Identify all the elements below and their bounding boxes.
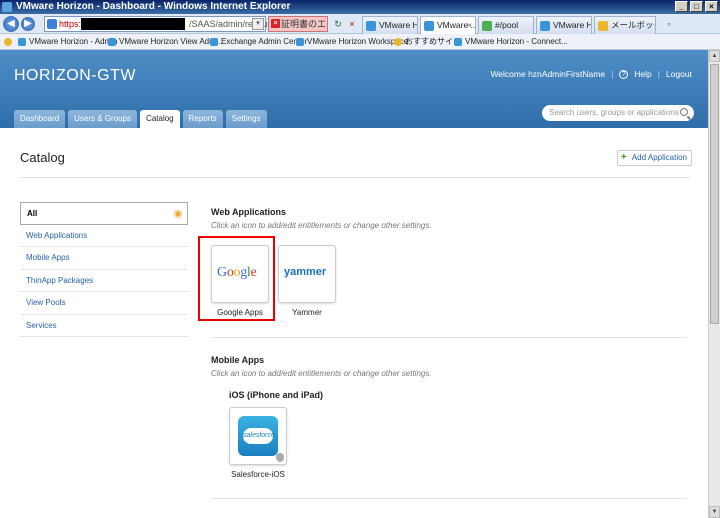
sidebar-item-label: All [27,209,38,218]
sidebar-item-thinapp-packages[interactable]: ThinApp Packages [20,270,188,292]
tab-label: VMware Ho... [379,20,417,30]
page-icon [47,19,57,29]
page-title: Catalog [20,150,65,165]
search-icon[interactable] [680,108,688,116]
logout-link[interactable]: Logout [666,69,692,79]
favorite-link[interactable]: VMware Horizon - Admin [18,34,117,49]
browser-tab[interactable]: #/pool [478,16,534,34]
maximize-button[interactable]: □ [690,1,703,12]
close-tab-icon[interactable]: × [467,17,472,34]
browser-tab[interactable]: VMware Ho... [536,16,592,34]
new-tab-icon[interactable]: ▫ [662,17,676,31]
tab-catalog[interactable]: Catalog [140,110,180,128]
favorites-bar: VMware Horizon - Admin VMware Horizon Vi… [0,34,720,50]
stop-icon[interactable]: × [345,17,359,31]
tab-favicon [482,21,492,31]
page-scrollbar[interactable]: ▲ ▼ [708,50,720,518]
apple-icon [276,453,284,462]
browser-tab-active[interactable]: VMware ... × [420,16,476,34]
web-apps-hint: Click an icon to add/edit entitlements o… [211,221,432,230]
url-input[interactable]: https:// /SAAS/admin/resources ▾ [44,16,285,32]
google-apps-tile[interactable]: Google [211,245,269,303]
tab-dashboard[interactable]: Dashboard [14,110,66,128]
divider [211,498,687,499]
tab-reports[interactable]: Reports [182,110,223,128]
yammer-tile[interactable]: yammer [278,245,336,303]
close-window-button[interactable]: × [705,1,718,12]
google-logo: Google [217,265,257,280]
page-content: HORIZON-GTW Welcome hznAdminFirstName | … [0,50,708,518]
sidebar-item-all[interactable]: All [20,202,188,225]
tab-label: VMware Ho... [553,20,591,30]
tab-users-groups[interactable]: Users & Groups [68,110,138,128]
main-nav: Dashboard Users & Groups Catalog Reports… [14,110,267,128]
salesforce-logo: salesforce [238,416,278,456]
minimize-button[interactable]: _ [675,1,688,12]
tab-favicon [424,21,434,31]
sidebar-item-mobile-apps[interactable]: Mobile Apps [20,247,188,270]
user-menu: Welcome hznAdminFirstName | ? Help | Log… [490,69,692,79]
favorite-link[interactable]: Exchange Admin Center [210,34,307,49]
ios-platform-heading: iOS (iPhone and iPad) [229,390,324,400]
salesforce-ios-label: Salesforce-iOS [231,470,285,479]
app-header: HORIZON-GTW Welcome hznAdminFirstName | … [0,50,708,128]
divider [20,177,690,178]
window-titlebar: VMware Horizon - Dashboard - Windows Int… [0,0,720,14]
scroll-down-icon[interactable]: ▼ [709,506,720,518]
browser-tab[interactable]: メールボック... [594,16,656,34]
tab-label: メールボック... [611,20,655,30]
add-application-label: Add Application [631,153,687,162]
catalog-filter-sidebar: All Web Applications Mobile Apps ThinApp… [20,202,188,337]
favorite-link[interactable]: VMware Horizon Workspace [296,34,408,49]
help-icon[interactable]: ? [619,69,629,79]
menu-separator: | [657,69,660,79]
forward-icon[interactable]: ▶ [21,17,35,31]
cert-error-icon: × [271,19,280,28]
tab-settings[interactable]: Settings [225,110,267,128]
sidebar-item-services[interactable]: Services [20,315,188,337]
tab-favicon [366,21,376,31]
sidebar-item-view-pools[interactable]: View Pools [20,292,188,315]
scroll-thumb[interactable] [710,64,719,324]
tab-label: #/pool [495,20,519,30]
window-title: VMware Horizon - Dashboard - Windows Int… [16,1,291,12]
search-input[interactable]: Search users, groups or applications [542,105,694,121]
add-application-button[interactable]: + Add Application [616,150,692,166]
tab-favicon [540,21,550,31]
help-link[interactable]: Help [634,69,651,79]
web-apps-heading: Web Applications [211,207,287,217]
favorite-link[interactable]: VMware Horizon View Adm... [108,34,222,49]
sidebar-item-web-applications[interactable]: Web Applications [20,225,188,247]
mobile-apps-heading: Mobile Apps [211,355,265,365]
address-bar: ◀ ▶ https:// /SAAS/admin/resources ▾ × 証… [0,14,720,43]
menu-separator: | [611,69,614,79]
selected-indicator-icon [174,210,182,218]
ie-icon [2,2,12,12]
mobile-apps-hint: Click an icon to add/edit entitlements o… [211,369,432,378]
salesforce-ios-tile[interactable]: salesforce [229,407,287,465]
search-placeholder: Search users, groups or applications [549,108,679,117]
browser-window: VMware Horizon - Dashboard - Windows Int… [0,0,720,518]
browser-tab[interactable]: VMware Ho... [362,16,418,34]
tab-favicon [598,21,608,31]
redacted-host [81,18,185,30]
yammer-label: Yammer [292,308,322,317]
refresh-icon[interactable]: ↻ [331,17,345,31]
certificate-error-button[interactable]: × 証明書のエラー [268,16,328,43]
divider [211,337,687,338]
yammer-logo: yammer [284,266,327,278]
back-icon[interactable]: ◀ [3,16,19,32]
favorite-link[interactable]: おすすめサイト [394,34,461,49]
scroll-up-icon[interactable]: ▲ [709,50,720,62]
favorite-link[interactable]: VMware Horizon - Connect... [454,34,568,49]
brand-title: HORIZON-GTW [14,67,136,84]
welcome-text: Welcome hznAdminFirstName [490,69,606,79]
plus-icon: + [620,152,627,163]
url-dropdown-icon[interactable]: ▾ [252,18,264,30]
salesforce-cloud-icon: salesforce [243,428,275,444]
